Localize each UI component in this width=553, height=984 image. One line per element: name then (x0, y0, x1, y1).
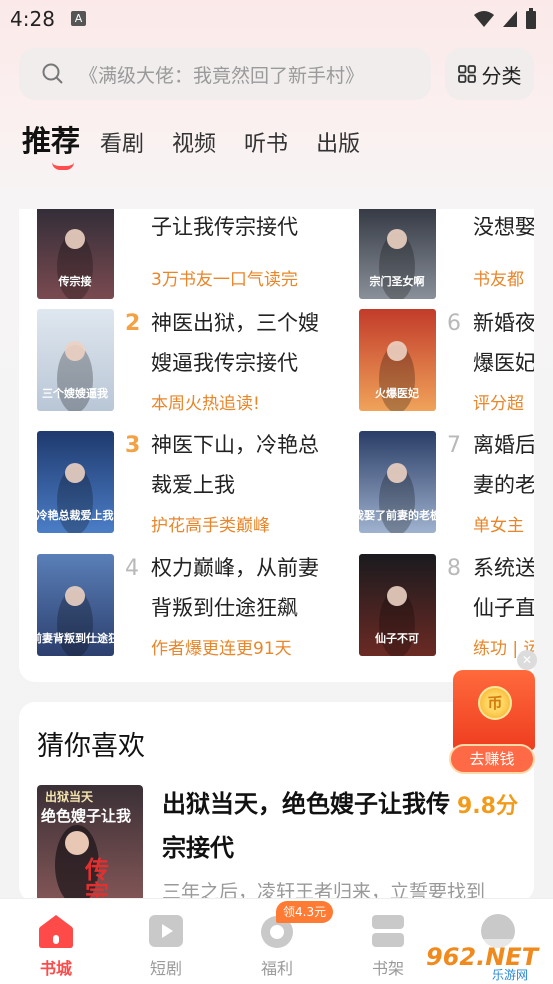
tab-active-indicator (52, 162, 74, 170)
book-title[interactable]: 没想娶 (473, 209, 534, 247)
battery-icon (526, 8, 536, 29)
book-tag: 书友都 (473, 270, 524, 290)
book-cover[interactable]: 传宗接 (37, 209, 114, 299)
book-title[interactable]: 出狱当天，绝色嫂子让我传宗接代 (162, 782, 452, 870)
book-title-line2[interactable]: 爆医妃 (473, 343, 534, 383)
nav-label: 书城 (39, 959, 72, 978)
category-label: 分类 (481, 63, 522, 88)
site-watermark: 962.NET 乐游网 (420, 939, 548, 982)
svg-text:我娶了前妻的老板: 我娶了前妻的老板 (359, 508, 436, 522)
status-time: 4:28 (10, 7, 55, 31)
svg-text:仙子不可: 仙子不可 (375, 631, 419, 645)
signal-icon (503, 11, 517, 27)
rank-number: 4 (125, 556, 139, 581)
nav-label: 短剧 (149, 959, 182, 978)
book-title-line2[interactable]: 裁爱上我 (151, 465, 235, 505)
wifi-icon (474, 11, 494, 27)
book-score: 9.8分 (457, 794, 518, 819)
svg-text:冷艳总裁爱上我: 冷艳总裁爱上我 (37, 508, 114, 522)
earn-money-widget[interactable]: ✕ 币 去赚钱 (449, 650, 537, 774)
svg-text:绝色嫂子让我: 绝色嫂子让我 (41, 807, 131, 825)
book-tag: 作者爆更连更91天 (151, 639, 292, 659)
notification-icon: A (71, 11, 86, 26)
nav-bookstore[interactable]: 书城 (16, 899, 96, 984)
svg-text:三个嫂嫂逼我: 三个嫂嫂逼我 (42, 386, 108, 400)
svg-text:传宗接: 传宗接 (58, 274, 92, 288)
nav-label: 福利 (260, 959, 293, 978)
nav-bookshelf[interactable]: 书架 (348, 899, 428, 984)
book-cover[interactable]: 火爆医妃 (359, 309, 436, 411)
book-title[interactable]: 神医下山，冷艳总 (151, 425, 319, 465)
rank-number: 2 (125, 311, 141, 336)
book-tag: 3万书友一口气读完 (151, 270, 298, 290)
coin-icon: 币 (478, 686, 512, 720)
nav-label: 书架 (371, 959, 404, 978)
rank-number: 3 (125, 433, 141, 458)
welfare-badge: 领4.3元 (276, 901, 334, 923)
tab-publish[interactable]: 出版 (316, 126, 360, 158)
status-indicators (473, 8, 537, 30)
book-cover[interactable]: 出狱当天 绝色嫂子让我 传宗接 (37, 785, 143, 902)
status-bar: 4:28 A (0, 0, 553, 40)
book-title[interactable]: 系统送 (473, 548, 534, 588)
book-cover[interactable]: 宗门圣女啊 (359, 209, 436, 299)
book-title[interactable]: 子让我传宗接代 (151, 209, 298, 247)
search-icon (42, 63, 63, 84)
book-title[interactable]: 离婚后 (473, 425, 534, 465)
bookshelf-icon (372, 915, 404, 947)
category-button[interactable]: 分类 (445, 48, 534, 100)
rank-number: 6 (447, 311, 461, 336)
book-title-line2[interactable]: 背叛到仕途狂飙 (151, 588, 298, 628)
svg-text:传宗接: 传宗接 (81, 857, 110, 902)
rank-number: 8 (447, 556, 461, 581)
book-title[interactable]: 权力巅峰，从前妻 (151, 548, 319, 588)
home-icon (39, 915, 73, 948)
svg-text:出狱当天: 出狱当天 (45, 789, 94, 804)
red-envelope: 币 (453, 670, 535, 750)
book-cover[interactable]: 从前妻背叛到仕途狂飙 (37, 554, 114, 656)
ranking-card: 传宗接 子让我传宗接代 3万书友一口气读完三个嫂嫂逼我 2 神医出狱，三个嫂 嫂逼我传宗接… (19, 209, 534, 682)
book-cover[interactable]: 冷艳总裁爱上我 (37, 431, 114, 533)
svg-text:乐游网: 乐游网 (492, 968, 528, 982)
search-input[interactable]: 《满级大佬：我竟然回了新手村》 (19, 48, 431, 100)
book-cover[interactable]: 我娶了前妻的老板 (359, 431, 436, 533)
book-title-line2[interactable]: 仙子直 (473, 588, 534, 628)
search-placeholder: 《满级大佬：我竟然回了新手村》 (79, 64, 365, 87)
book-tag: 单女主 (473, 516, 524, 536)
svg-text:962.NET: 962.NET (426, 943, 540, 971)
book-tag: 评分超 (473, 394, 524, 414)
book-tag: 护花高手类巅峰 (151, 516, 270, 536)
book-title-line2[interactable]: 嫂逼我传宗接代 (151, 343, 298, 383)
book-title[interactable]: 神医出狱，三个嫂 (151, 303, 319, 343)
book-tag: 本周火热追读! (151, 394, 260, 414)
nav-short-drama[interactable]: 短剧 (126, 899, 206, 984)
tab-audiobook[interactable]: 听书 (244, 126, 288, 158)
book-cover[interactable]: 仙子不可 (359, 554, 436, 656)
book-title-line2[interactable]: 妻的老 (473, 465, 534, 505)
book-cover[interactable]: 三个嫂嫂逼我 (37, 309, 114, 411)
svg-text:从前妻背叛到仕途狂飙: 从前妻背叛到仕途狂飙 (37, 631, 114, 645)
rank-number: 7 (447, 433, 461, 458)
tab-label: 推荐 (22, 124, 81, 158)
close-icon[interactable]: ✕ (517, 650, 537, 670)
svg-text:火爆医妃: 火爆医妃 (375, 386, 419, 400)
earn-money-button[interactable]: 去赚钱 (449, 744, 535, 774)
tab-video[interactable]: 视频 (172, 126, 216, 158)
top-tabs: 推荐 看剧 视频 听书 出版 (22, 118, 388, 170)
play-icon (149, 915, 183, 947)
grid-icon (457, 65, 476, 83)
book-title[interactable]: 新婚夜 (473, 303, 534, 343)
section-title: 猜你喜欢 (37, 731, 145, 762)
tab-drama[interactable]: 看剧 (100, 126, 144, 158)
tab-recommend[interactable]: 推荐 (22, 118, 81, 170)
svg-text:宗门圣女啊: 宗门圣女啊 (370, 274, 425, 288)
